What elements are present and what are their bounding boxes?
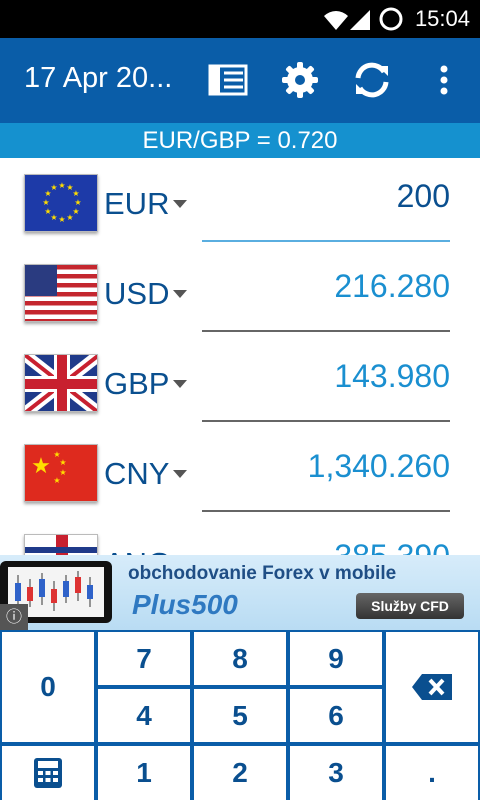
svg-text:★: ★ — [31, 454, 51, 479]
svg-text:★: ★ — [74, 198, 81, 207]
us-flag-icon[interactable] — [24, 264, 98, 322]
calculator-icon — [34, 758, 62, 788]
settings-button[interactable] — [278, 58, 322, 102]
svg-text:★: ★ — [58, 181, 65, 190]
amount-underline — [202, 420, 450, 422]
uk-flag-icon[interactable] — [24, 354, 98, 412]
amount-field[interactable]: 216.280 — [334, 268, 450, 305]
chevron-down-icon[interactable] — [173, 290, 187, 298]
overflow-menu-icon — [440, 65, 448, 95]
currency-list-icon — [208, 64, 248, 96]
info-icon[interactable]: ⓘ — [0, 604, 28, 630]
amount-field[interactable]: 1,340.260 — [308, 448, 450, 485]
amount-field[interactable]: 200 — [397, 178, 450, 215]
svg-text:★: ★ — [53, 476, 60, 485]
refresh-icon — [355, 62, 389, 98]
calculator-button[interactable] — [2, 746, 94, 800]
key-2[interactable]: 2 — [194, 746, 286, 800]
key-4[interactable]: 4 — [98, 689, 190, 742]
backspace-button[interactable] — [386, 632, 478, 742]
key-decimal[interactable]: . — [386, 746, 478, 800]
amount-underline — [202, 330, 450, 332]
app-bar: 17 Apr 20... — [0, 38, 480, 123]
amount-field[interactable]: 385.390 — [334, 538, 450, 555]
currency-row-ang: ANG 385.390 — [0, 518, 480, 555]
key-0[interactable]: 0 — [2, 632, 94, 742]
wifi-icon — [324, 11, 348, 30]
china-flag-icon[interactable]: ★ ★ ★ ★ ★ — [24, 444, 98, 502]
ad-brand-logo: Plus500 — [132, 589, 238, 620]
key-3[interactable]: 3 — [290, 746, 382, 800]
currency-row-gbp: GBP 143.980 — [0, 338, 480, 428]
backspace-icon — [412, 674, 452, 700]
key-9[interactable]: 9 — [290, 632, 382, 685]
currency-list-button[interactable] — [206, 58, 250, 102]
ad-cta-button[interactable]: Služby CFD — [356, 593, 464, 619]
currency-row-eur: ★ ★ ★ ★ ★ ★ ★ ★ ★ ★ ★ ★ EUR 200 — [0, 158, 480, 248]
ad-banner[interactable]: obchodovanie Forex v mobile Plus500 Služ… — [0, 555, 480, 630]
svg-text:★: ★ — [58, 215, 65, 224]
key-5[interactable]: 5 — [194, 689, 286, 742]
svg-text:★: ★ — [59, 458, 66, 467]
exchange-rate-strip: EUR/GBP = 0.720 — [0, 123, 480, 158]
chevron-down-icon[interactable] — [173, 200, 187, 208]
ad-headline: obchodovanie Forex v mobile — [128, 563, 397, 584]
svg-text:★: ★ — [44, 207, 51, 216]
key-6[interactable]: 6 — [290, 689, 382, 742]
currency-row-cny: ★ ★ ★ ★ ★ CNY 1,340.260 — [0, 428, 480, 518]
currency-code[interactable]: USD — [104, 276, 169, 312]
key-8[interactable]: 8 — [194, 632, 286, 685]
chevron-down-icon[interactable] — [173, 470, 187, 478]
overflow-menu-button[interactable] — [422, 58, 466, 102]
status-bar: 15:04 — [0, 0, 480, 38]
amount-underline — [202, 510, 450, 512]
currency-code[interactable]: ANG — [104, 546, 171, 555]
currency-row-usd: USD 216.280 — [0, 248, 480, 338]
settings-gear-icon — [282, 62, 318, 98]
amount-field[interactable]: 143.980 — [334, 358, 450, 395]
key-7[interactable]: 7 — [98, 632, 190, 685]
svg-text:★: ★ — [66, 213, 73, 222]
currency-code[interactable]: GBP — [104, 366, 169, 402]
signal-icon — [350, 10, 370, 30]
partial-flag-icon[interactable] — [24, 534, 98, 555]
svg-text:★: ★ — [50, 183, 57, 192]
svg-text:★: ★ — [42, 198, 49, 207]
numeric-keypad: 0 7 8 9 4 5 6 1 2 3 . — [0, 630, 480, 800]
status-time: 15:04 — [414, 6, 470, 31]
sync-status-icon — [379, 7, 403, 31]
eu-flag-icon[interactable]: ★ ★ ★ ★ ★ ★ ★ ★ ★ ★ ★ ★ — [24, 174, 98, 232]
key-1[interactable]: 1 — [98, 746, 190, 800]
amount-underline — [202, 240, 450, 242]
currency-list: ★ ★ ★ ★ ★ ★ ★ ★ ★ ★ ★ ★ EUR 200 USD 216.… — [0, 158, 480, 555]
chevron-down-icon[interactable] — [173, 380, 187, 388]
refresh-button[interactable] — [350, 58, 394, 102]
svg-text:★: ★ — [72, 189, 79, 198]
date-title[interactable]: 17 Apr 20... — [24, 62, 172, 95]
currency-code[interactable]: CNY — [104, 456, 169, 492]
currency-code[interactable]: EUR — [104, 186, 169, 222]
